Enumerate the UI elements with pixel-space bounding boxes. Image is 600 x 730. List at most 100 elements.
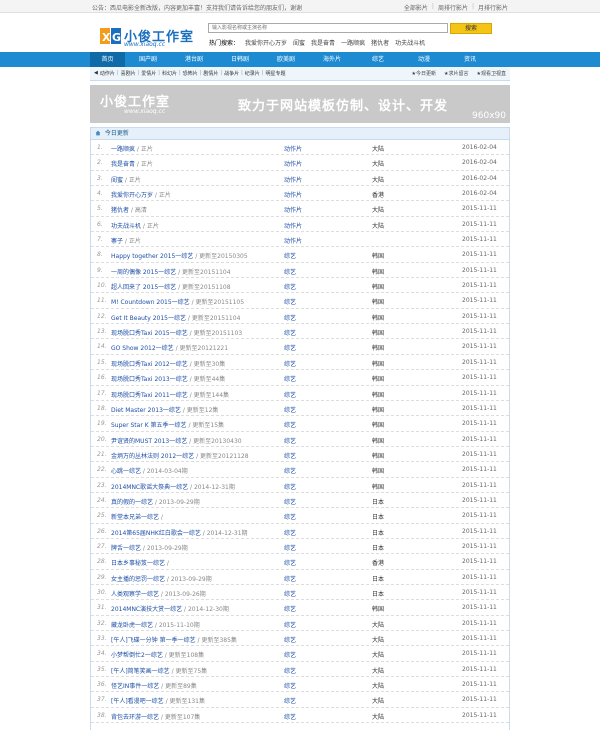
nav-item-anime[interactable]: 动漫 xyxy=(401,52,447,67)
weekly-ranking-link[interactable]: 周排行影片 xyxy=(438,3,468,12)
monthly-ranking-link[interactable]: 月排行影片 xyxy=(478,3,508,12)
item-title-link[interactable]: 怪艺IN事件一综艺 / 更新至89集 xyxy=(111,681,197,690)
item-title-link[interactable]: Diet Master 2013一综艺 / 更新至12集 xyxy=(111,405,218,414)
item-title-link[interactable]: 2014第65届NHK红白歌会一综艺 / 2014-12-31期 xyxy=(111,528,248,537)
item-title-link[interactable]: 牌舌一综艺 / 2013-09-29期 xyxy=(111,543,188,552)
item-title-link[interactable]: 猪仇者 / 高清 xyxy=(111,205,147,214)
item-category[interactable]: 综艺 xyxy=(284,436,296,445)
item-title-link[interactable]: 心跳一综艺 / 2014-03-04期 xyxy=(111,466,188,475)
item-title-link[interactable]: [午人]看漫吧一综艺 / 更新至131集 xyxy=(111,696,205,705)
item-title-link[interactable]: 功夫战斗机 / 正片 xyxy=(111,221,159,230)
site-logo[interactable]: X G 小俊工作室 www.xiaoq.cc xyxy=(100,24,193,52)
hot-search-item[interactable]: 我爱你开心万岁 xyxy=(245,38,287,47)
item-category[interactable]: 综艺 xyxy=(284,420,296,429)
genre-link[interactable]: 纪录片 xyxy=(245,70,260,77)
item-category[interactable]: 综艺 xyxy=(284,390,296,399)
item-category[interactable]: 动作片 xyxy=(284,221,302,230)
search-input[interactable] xyxy=(209,24,447,32)
all-videos-link[interactable]: 全部影片 xyxy=(404,3,428,12)
item-title-link[interactable]: Super Star K 第五季一综艺 / 更新至15集 xyxy=(111,420,224,429)
item-category[interactable]: 综艺 xyxy=(284,451,296,460)
item-category[interactable]: 综艺 xyxy=(284,635,296,644)
item-category[interactable]: 综艺 xyxy=(284,604,296,613)
item-title-link[interactable]: 我是奋青 / 正片 xyxy=(111,159,153,168)
search-button[interactable]: 搜索 xyxy=(450,23,492,34)
item-category[interactable]: 动作片 xyxy=(284,175,302,184)
nav-item-domestic[interactable]: 国产剧 xyxy=(125,52,171,67)
item-category[interactable]: 综艺 xyxy=(284,251,296,260)
item-category[interactable]: 综艺 xyxy=(284,313,296,322)
item-category[interactable]: 动作片 xyxy=(284,236,302,245)
item-category[interactable]: 动作片 xyxy=(284,159,302,168)
nav-item-overseas[interactable]: 海外片 xyxy=(309,52,355,67)
item-category[interactable]: 综艺 xyxy=(284,712,296,721)
item-category[interactable]: 综艺 xyxy=(284,681,296,690)
nav-item-western[interactable]: 欧美剧 xyxy=(263,52,309,67)
today-updates-link[interactable]: ★今日更新 xyxy=(412,70,437,77)
item-title-link[interactable]: 金炳万的丛林法则 2012一综艺 / 更新至20121128 xyxy=(111,451,249,460)
hot-search-item[interactable]: 功夫战斗机 xyxy=(395,38,425,47)
item-category[interactable]: 综艺 xyxy=(284,558,296,567)
item-category[interactable]: 综艺 xyxy=(284,297,296,306)
item-title-link[interactable]: GO Show 2012一综艺 / 更新至20121221 xyxy=(111,343,228,352)
item-category[interactable]: 综艺 xyxy=(284,574,296,583)
item-title-link[interactable]: [午人]简笔笑画一综艺 / 更新至75集 xyxy=(111,666,207,675)
hot-search-item[interactable]: 一路顺疯 xyxy=(341,38,365,47)
item-category[interactable]: 综艺 xyxy=(284,328,296,337)
item-title-link[interactable]: 真的假的一综艺 / 2013-09-29期 xyxy=(111,497,200,506)
item-category[interactable]: 综艺 xyxy=(284,620,296,629)
nav-item-news[interactable]: 资讯 xyxy=(447,52,493,67)
item-title-link[interactable]: 日本乡事秘笈一综艺 / xyxy=(111,558,169,567)
item-title-link[interactable]: 寨子 / 正片 xyxy=(111,236,141,245)
item-category[interactable]: 综艺 xyxy=(284,650,296,659)
item-title-link[interactable]: 现场脱口秀Taxi 2012一综艺 / 更新至30集 xyxy=(111,359,225,368)
item-title-link[interactable]: Happy together 2015一综艺 / 更新至20150305 xyxy=(111,251,248,260)
item-category[interactable]: 动作片 xyxy=(284,205,302,214)
genre-link[interactable]: 爱情片 xyxy=(141,70,156,77)
item-category[interactable]: 综艺 xyxy=(284,282,296,291)
item-category[interactable]: 动作片 xyxy=(284,190,302,199)
nav-item-jpkr[interactable]: 日韩剧 xyxy=(217,52,263,67)
genre-link[interactable]: 科幻片 xyxy=(162,70,177,77)
nav-item-hktw[interactable]: 港台剧 xyxy=(171,52,217,67)
item-title-link[interactable]: [午人]飞碟一分钟 第一季一综艺 / 更新至385集 xyxy=(111,635,237,644)
item-title-link[interactable]: 人类观察学一综艺 / 2013-09-26期 xyxy=(111,589,206,598)
item-title-link[interactable]: 一周的偶像 2015一综艺 / 更新至20151104 xyxy=(111,267,231,276)
hot-search-item[interactable]: 闺蜜 xyxy=(293,38,305,47)
item-title-link[interactable]: 女主播的惩罚一综艺 / 2013-09-29期 xyxy=(111,574,212,583)
item-title-link[interactable]: 闺蜜 / 正片 xyxy=(111,175,141,184)
item-title-link[interactable]: 我爱你开心万岁 / 正片 xyxy=(111,190,171,199)
item-category[interactable]: 综艺 xyxy=(284,343,296,352)
nav-item-variety[interactable]: 综艺 xyxy=(355,52,401,67)
item-title-link[interactable]: 现场脱口秀Taxi 2013一综艺 / 更新至44集 xyxy=(111,374,225,383)
item-category[interactable]: 综艺 xyxy=(284,528,296,537)
item-title-link[interactable]: 小梦帮倒忙2一综艺 / 更新至108集 xyxy=(111,650,204,659)
request-message-link[interactable]: ★求片留言 xyxy=(444,70,469,77)
item-category[interactable]: 综艺 xyxy=(284,466,296,475)
genre-link[interactable]: 战争片 xyxy=(224,70,239,77)
item-title-link[interactable]: 超人回来了 2015一综艺 / 更新至20151108 xyxy=(111,282,231,291)
item-category[interactable]: 综艺 xyxy=(284,405,296,414)
item-title-link[interactable]: 新堂本兄弟一综艺 / xyxy=(111,512,163,521)
item-title-link[interactable]: 现场脱口秀Taxi 2011一综艺 / 更新至144集 xyxy=(111,390,229,399)
item-title-link[interactable]: 藏龙卧虎一综艺 / 2015-11-10期 xyxy=(111,620,200,629)
item-title-link[interactable]: 现场脱口秀Taxi 2015一综艺 / 更新至20151103 xyxy=(111,328,242,337)
genre-link[interactable]: 剧情片 xyxy=(203,70,218,77)
item-title-link[interactable]: Get It Beauty 2015一综艺 / 更新至20151104 xyxy=(111,313,240,322)
item-category[interactable]: 综艺 xyxy=(284,512,296,521)
item-category[interactable]: 综艺 xyxy=(284,497,296,506)
item-category[interactable]: 综艺 xyxy=(284,482,296,491)
item-title-link[interactable]: 背包去环游一综艺 / 更新至107集 xyxy=(111,712,200,721)
hot-search-item[interactable]: 猪仇者 xyxy=(371,38,389,47)
item-title-link[interactable]: 2014MNC歌谣大祭典一综艺 / 2014-12-31期 xyxy=(111,482,235,491)
tv-live-link[interactable]: ★观看卫视直 xyxy=(477,70,507,77)
item-category[interactable]: 综艺 xyxy=(284,374,296,383)
item-category[interactable]: 综艺 xyxy=(284,543,296,552)
genre-link[interactable]: 喜剧片 xyxy=(121,70,136,77)
item-category[interactable]: 综艺 xyxy=(284,666,296,675)
item-category[interactable]: 动作片 xyxy=(284,144,302,153)
nav-item-home[interactable]: 首页 xyxy=(90,52,125,67)
item-category[interactable]: 综艺 xyxy=(284,267,296,276)
item-category[interactable]: 综艺 xyxy=(284,696,296,705)
item-title-link[interactable]: 一路顺疯 / 正片 xyxy=(111,144,153,153)
